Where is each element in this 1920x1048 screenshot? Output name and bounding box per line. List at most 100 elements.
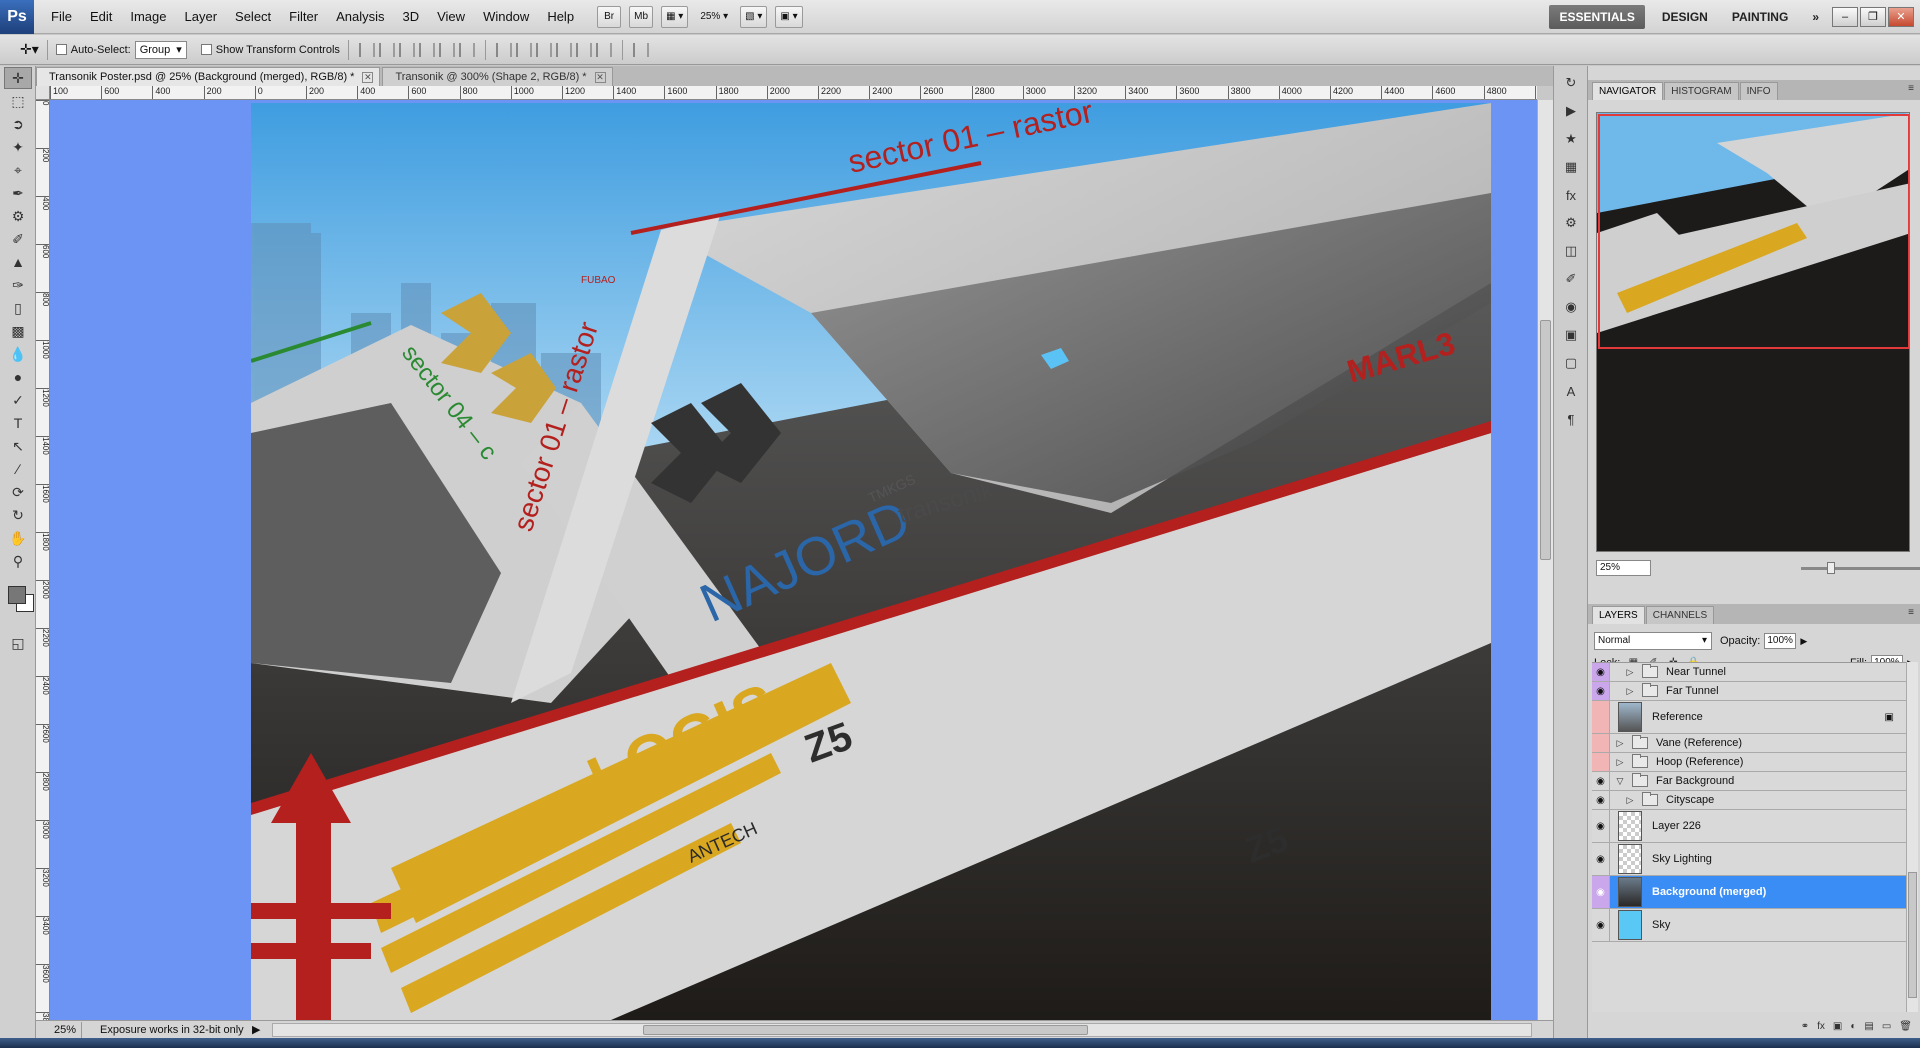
layer-style-icon[interactable]: fx: [1817, 1021, 1825, 1032]
menu-image[interactable]: Image: [121, 0, 175, 34]
arrange-documents-button[interactable]: ▧ ▾: [740, 5, 768, 28]
blur-tool-icon[interactable]: 💧: [4, 343, 32, 365]
expand-right-icon[interactable]: ▷: [1614, 757, 1626, 768]
layers-scrollbar[interactable]: [1906, 662, 1918, 1012]
zoom-field[interactable]: 25%: [36, 1021, 82, 1038]
dodge-tool-icon[interactable]: ●: [4, 366, 32, 388]
vertical-ruler[interactable]: 0 200 400 600 800 1000 1200 1400 1600 1800 2000 220…: [36, 100, 50, 1020]
tab-channels[interactable]: CHANNELS: [1645, 606, 1715, 624]
quick-mask-icon[interactable]: ◱: [4, 632, 32, 654]
align-middle-icon[interactable]: [378, 42, 395, 57]
swatches-icon[interactable]: ▦: [1559, 156, 1583, 178]
close-icon[interactable]: ✕: [1888, 6, 1914, 27]
clone-stamp-icon[interactable]: ▲: [4, 251, 32, 273]
clone-source-icon[interactable]: ◉: [1559, 296, 1583, 318]
adjustments-icon[interactable]: ⚙: [1559, 212, 1583, 234]
visibility-eye-icon[interactable]: ◉: [1592, 810, 1610, 842]
styles-icon[interactable]: fx: [1559, 184, 1583, 206]
tab-info[interactable]: INFO: [1739, 82, 1778, 100]
layer-row[interactable]: ◉ Layer 226: [1592, 810, 1906, 843]
foreground-color-swatch[interactable]: [8, 586, 26, 604]
menu-file[interactable]: File: [42, 0, 81, 34]
distribute-top-icon[interactable]: [495, 42, 512, 57]
expand-right-icon[interactable]: ▷: [1624, 667, 1636, 678]
character-icon[interactable]: A: [1559, 380, 1583, 402]
eyedropper-tool-icon[interactable]: ✒: [4, 182, 32, 204]
3d-orbit-icon[interactable]: ↻: [4, 504, 32, 526]
type-tool-icon[interactable]: T: [4, 412, 32, 434]
panel-menu-icon[interactable]: ≡: [1908, 607, 1914, 618]
path-select-icon[interactable]: ↖: [4, 435, 32, 457]
3d-rotate-icon[interactable]: ⟳: [4, 481, 32, 503]
history-brush-icon[interactable]: ✑: [4, 274, 32, 296]
history-icon[interactable]: ↻: [1559, 72, 1583, 94]
expand-right-icon[interactable]: ▷: [1624, 686, 1636, 697]
menu-view[interactable]: View: [428, 0, 474, 34]
distribute-left-icon[interactable]: [555, 42, 572, 57]
move-tool-preset-icon[interactable]: ✛▾: [20, 41, 39, 58]
distribute-bottom-icon[interactable]: [535, 42, 552, 57]
layer-row[interactable]: ◉ ▷ Cityscape: [1592, 791, 1906, 810]
actions-icon[interactable]: ▶: [1559, 100, 1583, 122]
visibility-eye-icon[interactable]: [1592, 753, 1610, 771]
zoom-level-select[interactable]: 25% ▾: [696, 6, 732, 28]
menu-filter[interactable]: Filter: [280, 0, 327, 34]
close-tab-icon[interactable]: ✕: [362, 71, 374, 83]
bridge-button[interactable]: Br: [597, 5, 622, 28]
tab-histogram[interactable]: HISTOGRAM: [1664, 82, 1739, 100]
menu-select[interactable]: Select: [226, 0, 280, 34]
auto-select-checkbox[interactable]: [55, 44, 67, 55]
visibility-eye-icon[interactable]: ◉: [1592, 682, 1610, 700]
move-tool-icon[interactable]: ✛: [4, 67, 32, 89]
workspace-essentials[interactable]: ESSENTIALS: [1549, 4, 1645, 29]
brush-tool-icon[interactable]: ✐: [4, 228, 32, 250]
align-left-icon[interactable]: [418, 42, 435, 57]
menu-help[interactable]: Help: [538, 0, 583, 34]
menu-edit[interactable]: Edit: [81, 0, 121, 34]
horizontal-ruler[interactable]: 100 600 400 200 0 200 400 600 800 1000 1200 1400 160…: [50, 86, 1537, 100]
color-icon[interactable]: ★: [1559, 128, 1583, 150]
close-tab-icon[interactable]: ✕: [594, 71, 606, 83]
workspace-more[interactable]: »: [1800, 0, 1831, 34]
mini-bridge-button[interactable]: Mb: [629, 5, 654, 28]
visibility-eye-icon[interactable]: [1592, 734, 1610, 752]
restore-icon[interactable]: ❐: [1860, 6, 1886, 27]
camera-icon[interactable]: ▣: [1559, 324, 1583, 346]
vertical-scrollbar[interactable]: [1537, 100, 1553, 1020]
add-mask-icon[interactable]: ▣: [1833, 1021, 1842, 1032]
layer-row[interactable]: ◉ ▷ Far Tunnel: [1592, 682, 1906, 701]
layer-row[interactable]: Reference ▣: [1592, 701, 1906, 734]
navigator-zoom-field[interactable]: 25%: [1596, 560, 1652, 576]
navigator-zoom-slider[interactable]: [1801, 561, 1920, 574]
opacity-arrow-icon[interactable]: ▶: [1800, 636, 1807, 647]
tab-layers[interactable]: LAYERS: [1592, 606, 1645, 624]
eraser-tool-icon[interactable]: ▯: [4, 297, 32, 319]
distribute-middle-icon[interactable]: [515, 42, 532, 57]
lasso-tool-icon[interactable]: ➲: [4, 113, 32, 135]
visibility-eye-icon[interactable]: [1592, 701, 1610, 733]
expand-right-icon[interactable]: ▷: [1624, 795, 1636, 806]
visibility-eye-icon[interactable]: ◉: [1592, 663, 1610, 681]
link-layers-icon[interactable]: ⚭: [1801, 1021, 1809, 1032]
adjustment-layer-icon[interactable]: ◐: [1850, 1021, 1856, 1032]
minimize-icon[interactable]: –: [1832, 6, 1858, 27]
layer-row[interactable]: ◉ ▷ Near Tunnel: [1592, 663, 1906, 682]
vertical-scroll-thumb[interactable]: [1540, 320, 1551, 560]
masks-icon[interactable]: ◫: [1559, 240, 1583, 262]
visibility-eye-icon[interactable]: ◉: [1592, 772, 1610, 790]
horizontal-scroll-thumb[interactable]: [643, 1024, 1089, 1035]
new-group-icon[interactable]: ▤: [1864, 1021, 1873, 1032]
align-center-icon[interactable]: [438, 42, 455, 57]
layer-row[interactable]: ◉ Sky Lighting: [1592, 843, 1906, 876]
crop-tool-icon[interactable]: ⌖: [4, 159, 32, 181]
align-right-icon[interactable]: [458, 42, 475, 57]
ruler-origin[interactable]: [36, 86, 50, 100]
layer-row[interactable]: ◉ ▽ Far Background: [1592, 772, 1906, 791]
layer-row[interactable]: ◉ Sky: [1592, 909, 1906, 942]
zoom-tool-icon[interactable]: ⚲: [4, 550, 32, 572]
distribute-center-icon[interactable]: [575, 42, 592, 57]
menu-3d[interactable]: 3D: [393, 0, 428, 34]
visibility-eye-icon[interactable]: ◉: [1592, 909, 1610, 941]
healing-brush-icon[interactable]: ⚙: [4, 205, 32, 227]
expand-right-icon[interactable]: ▷: [1614, 738, 1626, 749]
